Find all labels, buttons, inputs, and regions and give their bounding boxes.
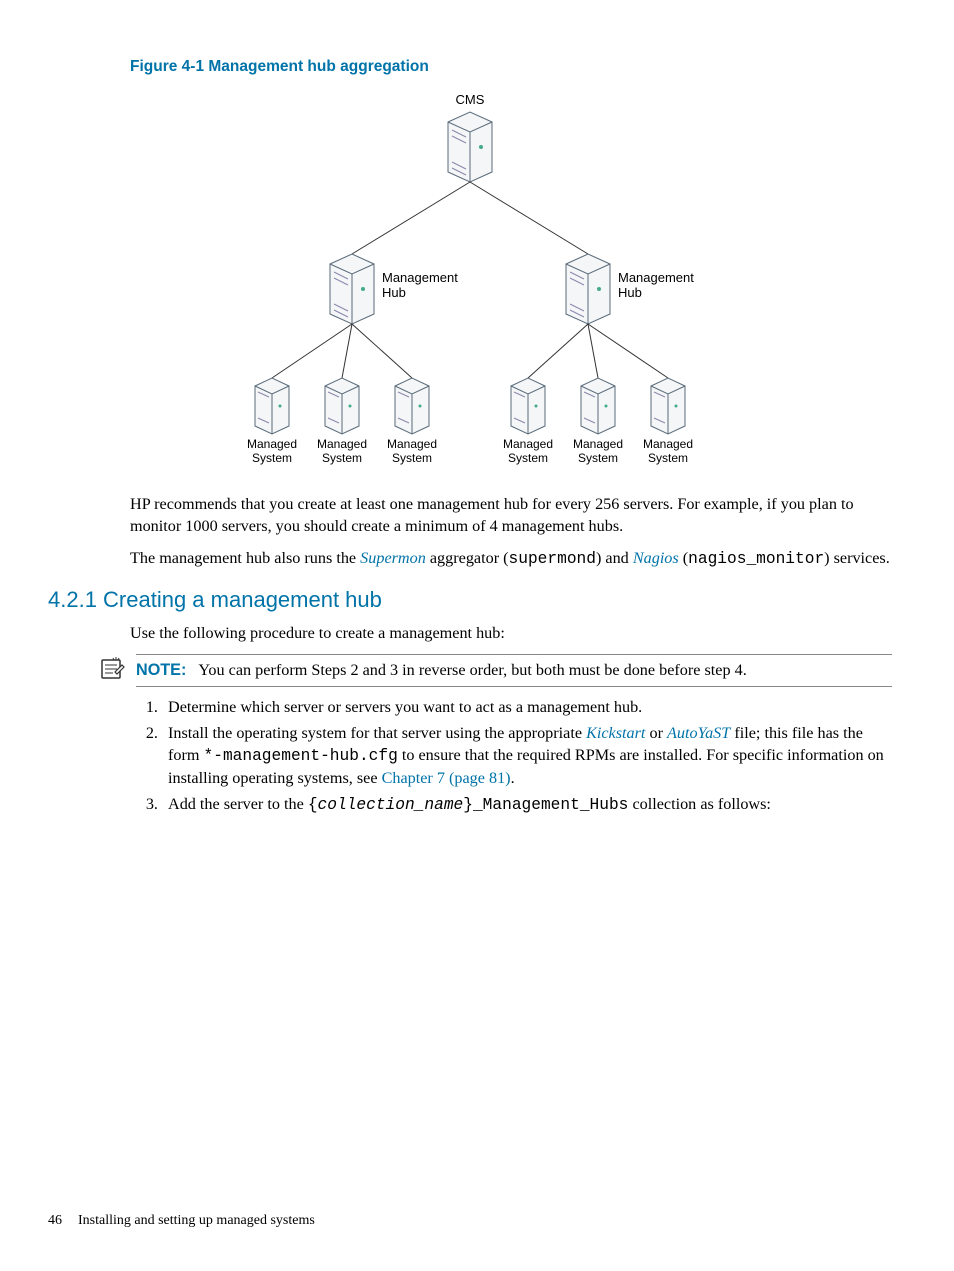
svg-text:Hub: Hub (382, 285, 406, 300)
paragraph-services: The management hub also runs the Supermo… (130, 548, 892, 571)
page-footer: 46 Installing and setting up managed syst… (48, 1213, 315, 1229)
footer-title: Installing and setting up managed system… (78, 1213, 315, 1228)
link-chapter7[interactable]: Chapter 7 (page 81) (382, 769, 511, 787)
link-nagios[interactable]: Nagios (633, 549, 679, 567)
svg-text:Management: Management (618, 270, 694, 285)
svg-text:Management: Management (382, 270, 458, 285)
intro-text: Use the following procedure to create a … (130, 623, 892, 645)
figure-caption: Figure 4-1 Management hub aggregation (130, 58, 892, 76)
svg-text:Managed: Managed (387, 437, 437, 451)
link-kickstart[interactable]: Kickstart (586, 724, 645, 742)
svg-text:System: System (392, 451, 432, 465)
svg-text:System: System (648, 451, 688, 465)
svg-text:Managed: Managed (247, 437, 297, 451)
section-heading: 4.2.1 Creating a management hub (48, 587, 892, 613)
note-content: NOTE:You can perform Steps 2 and 3 in re… (136, 654, 892, 687)
step-1: Determine which server or servers you wa… (162, 697, 892, 719)
svg-text:System: System (578, 451, 618, 465)
note-icon (98, 654, 126, 682)
link-supermon[interactable]: Supermon (360, 549, 426, 567)
svg-text:Managed: Managed (573, 437, 623, 451)
svg-text:Managed: Managed (317, 437, 367, 451)
svg-text:Hub: Hub (618, 285, 642, 300)
svg-text:Managed: Managed (643, 437, 693, 451)
svg-text:CMS: CMS (456, 92, 485, 107)
svg-text:System: System (322, 451, 362, 465)
paragraph-recommendation: HP recommends that you create at least o… (130, 494, 892, 538)
step-3: Add the server to the {collection_name}_… (162, 794, 892, 817)
note-label: NOTE: (136, 661, 186, 679)
svg-text:System: System (508, 451, 548, 465)
link-autoyast[interactable]: AutoYaST (667, 724, 730, 742)
steps-list: Determine which server or servers you wa… (130, 697, 892, 816)
svg-text:Managed: Managed (503, 437, 553, 451)
step-2: Install the operating system for that se… (162, 723, 892, 790)
svg-text:System: System (252, 451, 292, 465)
diagram-management-hub: CMS Management Hub Management Hub Manage… (190, 86, 750, 476)
page-number: 46 (48, 1213, 62, 1228)
